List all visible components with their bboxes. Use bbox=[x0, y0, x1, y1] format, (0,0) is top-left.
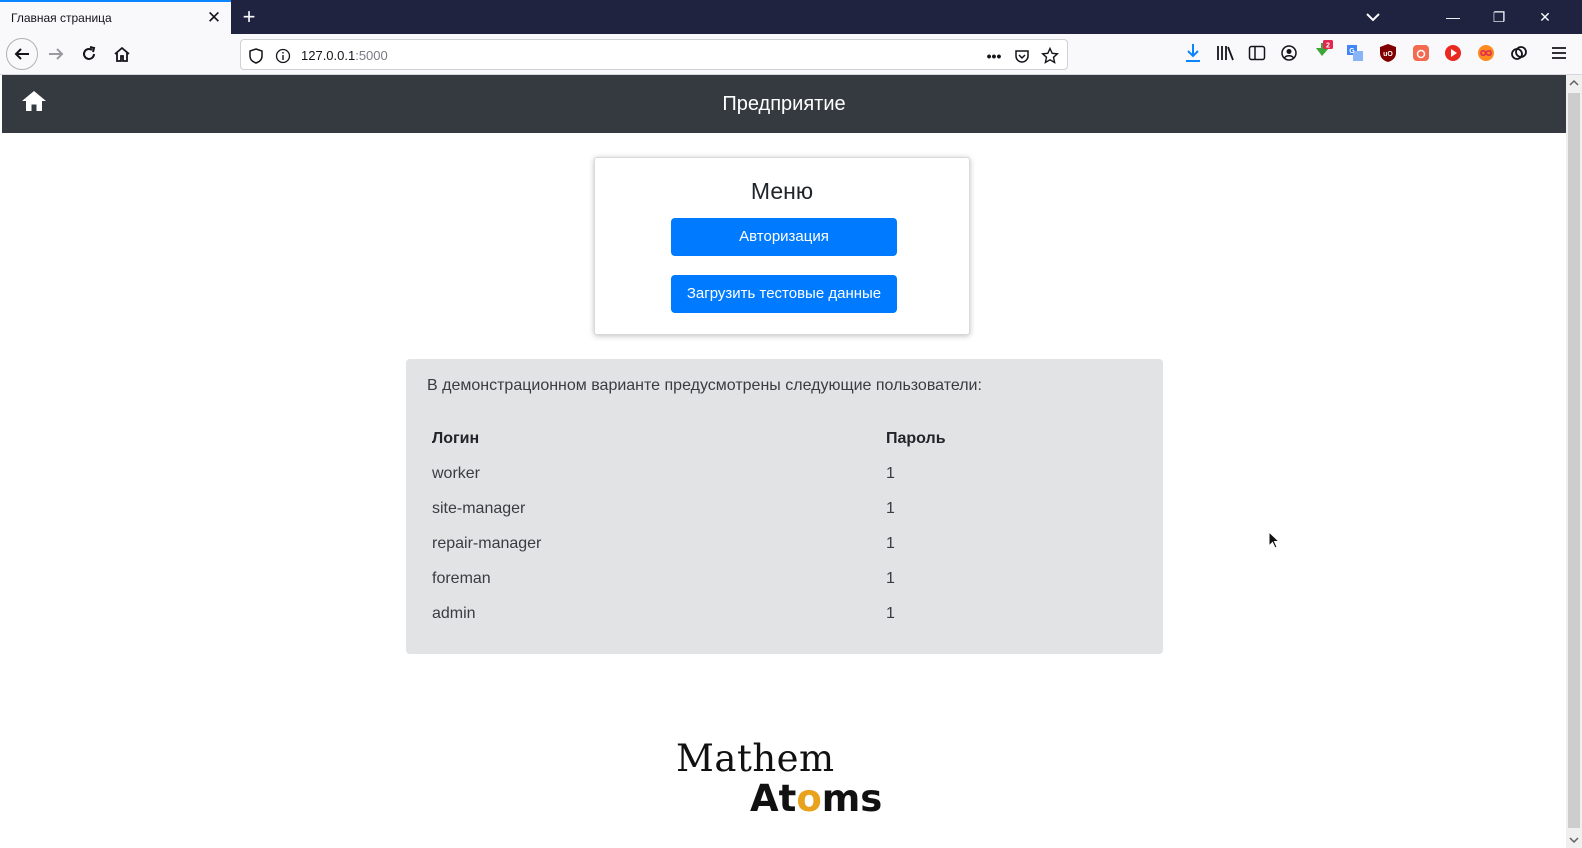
arrow-right-icon bbox=[49, 48, 64, 60]
demo-users-table: Логин Пароль worker 1 site-manager 1 rep… bbox=[432, 421, 1132, 631]
browser-home-button[interactable] bbox=[106, 38, 138, 70]
table-row: repair-manager 1 bbox=[432, 526, 1132, 561]
logo-part-b: ms bbox=[821, 777, 883, 820]
logo-atom-o: o bbox=[796, 777, 822, 820]
logo-line-1: Mathem bbox=[676, 737, 835, 780]
page-actions-icon[interactable]: ••• bbox=[985, 47, 1003, 65]
screenshot-extension-icon[interactable] bbox=[1410, 42, 1432, 64]
browser-tab-active[interactable]: Главная страница ✕ bbox=[0, 0, 231, 34]
video-player-extension-icon[interactable] bbox=[1442, 42, 1464, 64]
forward-button[interactable] bbox=[40, 38, 72, 70]
reload-button[interactable] bbox=[73, 38, 105, 70]
user-login: worker bbox=[432, 464, 481, 482]
demo-users-intro: В демонстрационном варианте предусмотрен… bbox=[427, 377, 982, 394]
page-content: Предприятие Меню Авторизация Загрузить т… bbox=[0, 75, 1566, 848]
browser-nav-bar: 127.0.0.1:5000 ••• 2 G uO bbox=[0, 34, 1582, 75]
tab-close-icon[interactable]: ✕ bbox=[204, 8, 224, 28]
reload-icon bbox=[83, 46, 96, 60]
site-title: Предприятие bbox=[722, 93, 846, 115]
scrollbar-thumb[interactable] bbox=[1568, 93, 1580, 828]
table-row: site-manager 1 bbox=[432, 491, 1132, 526]
account-icon[interactable] bbox=[1278, 42, 1300, 64]
user-password: 1 bbox=[886, 499, 895, 517]
svg-text:G: G bbox=[1349, 48, 1355, 55]
download-manager-extension-icon[interactable]: 2 bbox=[1311, 40, 1333, 62]
user-login: foreman bbox=[432, 569, 491, 587]
close-window-button[interactable]: ✕ bbox=[1522, 0, 1568, 34]
info-icon[interactable] bbox=[274, 47, 292, 65]
browser-tab-bar: Главная страница ✕ + — ❐ ✕ bbox=[0, 0, 1582, 34]
table-row: foreman 1 bbox=[432, 561, 1132, 596]
minimize-window-button[interactable]: — bbox=[1430, 0, 1476, 34]
shield-icon[interactable] bbox=[247, 47, 265, 65]
menu-card: Меню Авторизация Загрузить тестовые данн… bbox=[594, 157, 970, 335]
load-test-data-button[interactable]: Загрузить тестовые данные bbox=[671, 275, 897, 313]
hamburger-menu-icon[interactable] bbox=[1548, 42, 1570, 64]
user-login: admin bbox=[432, 604, 476, 622]
mouse-cursor-icon bbox=[1268, 531, 1281, 549]
mathematoms-logo: Mathem Atoms bbox=[676, 735, 906, 825]
svg-text:2: 2 bbox=[1326, 43, 1330, 50]
downloads-icon[interactable] bbox=[1182, 42, 1204, 64]
infinity-extension-icon[interactable] bbox=[1475, 42, 1497, 64]
table-header-row: Логин Пароль bbox=[432, 421, 1132, 456]
site-header: Предприятие bbox=[2, 75, 1566, 133]
scroll-down-arrow-icon[interactable] bbox=[1566, 832, 1582, 848]
menu-title: Меню bbox=[750, 178, 814, 204]
back-button[interactable] bbox=[6, 38, 38, 70]
sidebar-icon[interactable] bbox=[1246, 42, 1268, 64]
table-row: admin 1 bbox=[432, 596, 1132, 631]
url-text: 127.0.0.1:5000 bbox=[301, 48, 388, 63]
user-password: 1 bbox=[886, 534, 895, 552]
user-password: 1 bbox=[886, 464, 895, 482]
tab-list-chevron-icon[interactable] bbox=[1361, 6, 1385, 28]
user-password: 1 bbox=[886, 604, 895, 622]
url-bar[interactable]: 127.0.0.1:5000 ••• bbox=[240, 39, 1068, 70]
library-icon[interactable] bbox=[1214, 42, 1236, 64]
pocket-icon[interactable] bbox=[1013, 47, 1031, 65]
column-header-login: Логин bbox=[432, 429, 480, 447]
translate-extension-icon[interactable]: G bbox=[1344, 42, 1366, 64]
logo-part-a: At bbox=[750, 777, 797, 820]
user-login: site-manager bbox=[432, 499, 526, 517]
link-extension-icon[interactable] bbox=[1508, 42, 1530, 64]
new-tab-button[interactable]: + bbox=[236, 4, 262, 30]
home-icon bbox=[114, 46, 130, 62]
bookmark-star-icon[interactable] bbox=[1041, 47, 1059, 65]
user-password: 1 bbox=[886, 569, 895, 587]
tab-title: Главная страница bbox=[11, 11, 112, 25]
restore-window-button[interactable]: ❐ bbox=[1476, 0, 1522, 34]
scroll-up-arrow-icon[interactable] bbox=[1566, 75, 1582, 91]
page-scrollbar[interactable] bbox=[1566, 75, 1582, 848]
user-login: repair-manager bbox=[432, 534, 542, 552]
logo-line-2: Atoms bbox=[750, 777, 882, 820]
demo-users-alert: В демонстрационном варианте предусмотрен… bbox=[406, 359, 1163, 654]
arrow-left-icon bbox=[14, 48, 29, 60]
svg-text:uO: uO bbox=[1383, 51, 1393, 58]
table-row: worker 1 bbox=[432, 456, 1132, 491]
login-button[interactable]: Авторизация bbox=[671, 218, 897, 256]
url-host: 127.0.0.1 bbox=[301, 48, 356, 63]
column-header-password: Пароль bbox=[886, 429, 946, 447]
url-port: :5000 bbox=[355, 48, 388, 63]
ublock-origin-icon[interactable]: uO bbox=[1377, 42, 1399, 64]
